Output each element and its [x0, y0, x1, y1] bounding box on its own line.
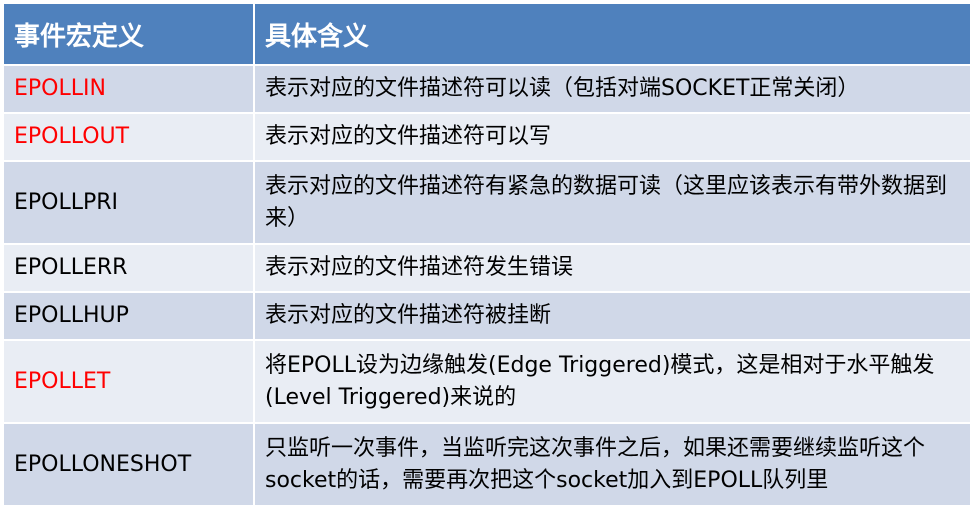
macro-cell: EPOLLONESHOT	[2, 422, 255, 507]
table-row: EPOLLHUP 表示对应的文件描述符被挂断	[2, 291, 972, 341]
meaning-cell: 表示对应的文件描述符发生错误	[253, 243, 972, 293]
meaning-cell: 将EPOLL设为边缘触发(Edge Triggered)模式，这是相对于水平触发…	[253, 339, 972, 424]
macro-cell: EPOLLIN	[2, 64, 255, 114]
table-row: EPOLLIN 表示对应的文件描述符可以读（包括对端SOCKET正常关闭）	[2, 64, 972, 114]
header-meaning: 具体含义	[253, 2, 972, 66]
macro-cell: EPOLLERR	[2, 243, 255, 293]
macro-cell: EPOLLHUP	[2, 291, 255, 341]
macro-cell: EPOLLOUT	[2, 112, 255, 162]
header-row: 事件宏定义 具体含义	[2, 2, 972, 66]
table-row: EPOLLOUT 表示对应的文件描述符可以写	[2, 112, 972, 162]
header-macro: 事件宏定义	[2, 2, 255, 66]
meaning-cell: 表示对应的文件描述符可以写	[253, 112, 972, 162]
table-row: EPOLLONESHOT 只监听一次事件，当监听完这次事件之后，如果还需要继续监…	[2, 422, 972, 507]
macro-cell: EPOLLPRI	[2, 160, 255, 245]
meaning-cell: 表示对应的文件描述符可以读（包括对端SOCKET正常关闭）	[253, 64, 972, 114]
meaning-cell: 表示对应的文件描述符有紧急的数据可读（这里应该表示有带外数据到来）	[253, 160, 972, 245]
meaning-cell: 只监听一次事件，当监听完这次事件之后，如果还需要继续监听这个socket的话，需…	[253, 422, 972, 507]
table-row: EPOLLET 将EPOLL设为边缘触发(Edge Triggered)模式，这…	[2, 339, 972, 424]
table-row: EPOLLPRI 表示对应的文件描述符有紧急的数据可读（这里应该表示有带外数据到…	[2, 160, 972, 245]
macro-cell: EPOLLET	[2, 339, 255, 424]
epoll-events-table: 事件宏定义 具体含义 EPOLLIN 表示对应的文件描述符可以读（包括对端SOC…	[2, 2, 972, 507]
table-row: EPOLLERR 表示对应的文件描述符发生错误	[2, 243, 972, 293]
meaning-cell: 表示对应的文件描述符被挂断	[253, 291, 972, 341]
